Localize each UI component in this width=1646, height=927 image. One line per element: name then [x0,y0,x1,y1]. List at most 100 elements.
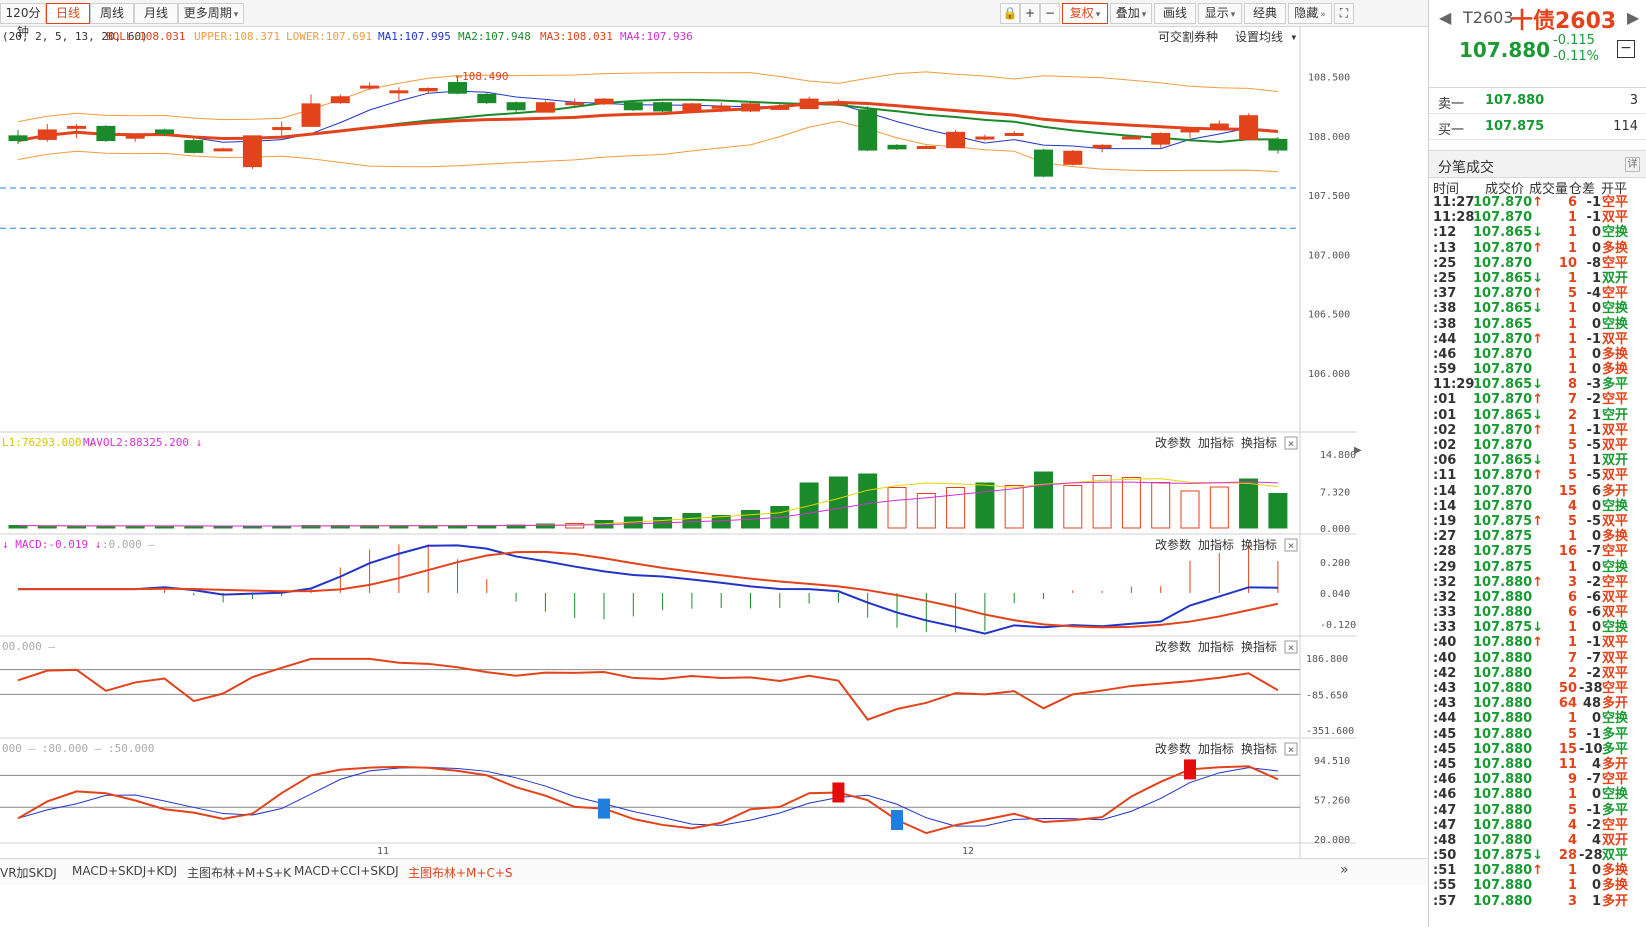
plus-icon[interactable]: + [1020,3,1040,24]
candle-body [1239,115,1259,140]
candle-body [1121,136,1141,140]
caret-down-icon: ▾ [233,10,239,20]
tick-row: :29 107.875 1 0 空换 [1429,560,1646,575]
tick-time: :47 [1433,802,1457,818]
tick-price: 107.880 [1473,772,1533,788]
period-month-tab[interactable]: 月线 [134,3,178,24]
hide-button[interactable]: 隐藏» [1288,3,1332,24]
tick-time: :14 [1433,483,1457,499]
cci-label: 00.000 — [2,640,55,653]
lock-icon[interactable]: 🔒 [1000,3,1020,24]
tick-oi: 0 [1591,787,1601,803]
candle-body [242,135,262,168]
tick-price: 107.880 [1473,817,1533,833]
tick-time: :44 [1433,331,1457,347]
tick-type: 多换 [1602,346,1629,362]
tick-volume: 5 [1567,468,1577,484]
kdj-label: 000 — :80.000 — :50.000 [2,742,154,755]
tick-row: :51 107.880↑ 1 0 多换 [1429,863,1646,878]
tick-time: :38 [1433,316,1457,332]
tick-row: :44 107.870↑ 1 -1 双平 [1429,332,1646,347]
tick-row: :11 107.870↑ 5 -5 双平 [1429,468,1646,483]
ma2-line [17,98,1278,144]
template-tab-3[interactable]: 主图布林+M+S+K [187,864,291,881]
tick-type: 空换 [1602,559,1629,575]
tick-row: :43 107.880 64 48 多开 [1429,696,1646,711]
vol-ma2-label: MAVOL2:88325.200 ↓ [83,436,202,449]
kline-chart[interactable]: (20, 2, 5, 13, 20, 60)BOLL:108.031 UPPER:… [0,27,1356,858]
tick-oi: 1 [1591,453,1601,469]
volume-bar [1004,485,1024,529]
bid-row: 买一 107.875 114 [1429,114,1646,140]
adjust-price-dropdown[interactable]: 复权 ▾ [1062,3,1108,24]
ask-volume: 3 [1629,93,1638,108]
tick-type: 多开 [1602,483,1629,499]
more-periods-dropdown[interactable]: 更多周期 ▾ [178,3,244,24]
tick-type: 空换 [1602,316,1629,332]
tick-volume: 1 [1567,878,1577,894]
classic-button[interactable]: 经典 [1244,3,1286,24]
collapse-panel-handle[interactable]: ▶ [1354,445,1362,469]
tick-time: :40 [1433,650,1457,666]
tick-time: :45 [1433,756,1457,772]
boll-value-label: BOLL:108.031 [106,30,185,43]
candle-body [272,127,292,131]
tick-volume: 1 [1567,210,1577,226]
tick-row: :38 107.865 1 0 空换 [1429,317,1646,332]
period-120min-tab[interactable]: 120分钟 [0,3,46,39]
display-dropdown[interactable]: 显示 ▾ [1198,3,1242,24]
tick-time: :43 [1433,696,1457,712]
tick-volume: 2 [1567,665,1577,681]
candle-body [1063,150,1083,165]
next-contract-icon[interactable]: ▶ [1627,8,1639,27]
ticks-detail-button[interactable]: 详 [1625,157,1640,172]
template-tab-4[interactable]: MACD+CCI+SKDJ [294,864,399,878]
minus-icon[interactable]: − [1040,3,1060,24]
template-tab-2[interactable]: MACD+SKDJ+KDJ [72,864,177,878]
ma4-value-label: MA4:107.936 [620,30,693,43]
candle-body [155,129,174,134]
price-change: -0.115 [1553,33,1595,48]
volume-bar [1239,478,1259,529]
candle-body [594,98,614,105]
period-week-tab[interactable]: 周线 [90,3,134,24]
tick-volume: 1 [1567,787,1577,803]
tick-time: :40 [1433,635,1457,651]
tick-type: 多开 [1602,756,1629,772]
candle-body [916,146,936,150]
tick-time: :29 [1433,559,1457,575]
tick-price: 107.865↓ [1473,270,1544,286]
tick-type: 多平 [1602,726,1629,742]
candle-body [653,102,673,112]
template-tab-1[interactable]: VR加SKDJ [0,864,57,881]
candle-body [1209,123,1229,130]
tick-type: 多开 [1602,696,1629,712]
fullscreen-icon[interactable]: ⛶ [1334,3,1354,24]
tick-type: 多换 [1602,878,1629,894]
tick-oi: 0 [1591,301,1601,317]
tick-volume: 5 [1567,513,1577,529]
tick-row: :40 107.880↑ 1 -1 双平 [1429,635,1646,650]
overlay-dropdown[interactable]: 叠加 ▾ [1110,3,1152,24]
minimize-icon[interactable]: − [1617,40,1635,58]
draw-line-button[interactable]: 画线 [1154,3,1196,24]
tick-row: :33 107.880 6 -6 双平 [1429,605,1646,620]
chart-toolbar: 120分钟 日线 周线 月线 更多周期 ▾ 🔒 + − 复权 ▾ 叠加 ▾ 画线 显示… [0,0,1428,39]
kdj-add-indicator: 加指标 [1198,741,1234,756]
tick-price: 107.870↑ [1473,240,1544,256]
template-tab-5[interactable]: 主图布林+M+C+S [408,864,513,881]
tick-row: :32 107.880↑ 3 -2 空平 [1429,575,1646,590]
tick-type: 双开 [1602,453,1629,469]
ticks-list[interactable]: 11:27 107.870↑ 6 -1 空平 11:28 107.870 1 -1 双平:12 10… [1429,195,1646,909]
tick-row: :45 107.880 11 4 多开 [1429,757,1646,772]
price-tick-label: 108.000 [1308,132,1350,143]
tick-time: :32 [1433,574,1457,590]
volume-bar [1092,475,1112,529]
tick-volume: 3 [1567,893,1577,909]
double-chevron-right-icon[interactable]: » [1340,862,1349,878]
tick-volume: 1 [1567,346,1577,362]
prev-contract-icon[interactable]: ◀ [1439,8,1451,27]
tick-price: 107.880 [1473,741,1533,757]
candle-body [565,102,585,106]
period-day-tab[interactable]: 日线 [46,3,90,24]
